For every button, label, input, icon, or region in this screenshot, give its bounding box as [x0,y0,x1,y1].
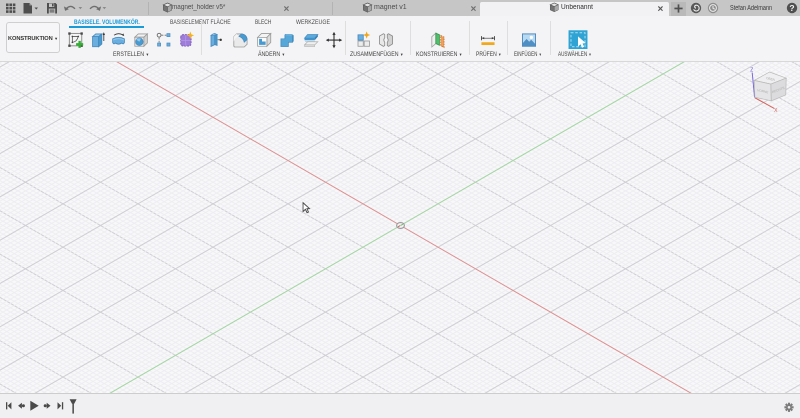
svg-text:Z: Z [750,68,753,74]
svg-text:?: ? [789,3,794,13]
